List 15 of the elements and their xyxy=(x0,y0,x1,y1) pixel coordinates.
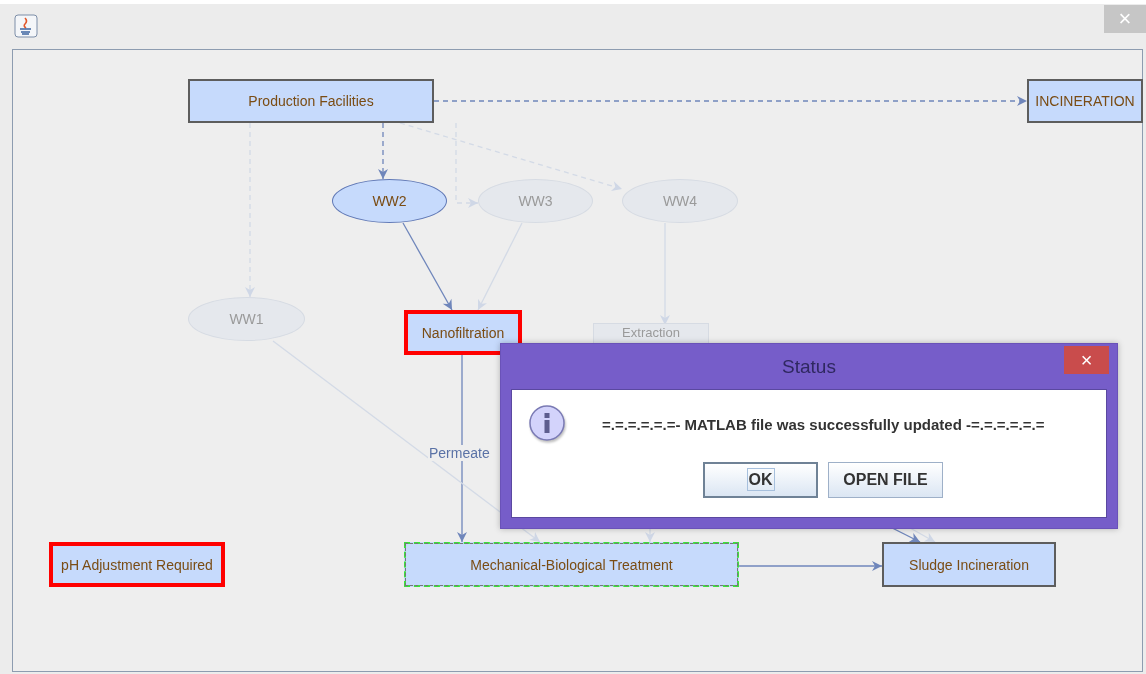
diagram-node[interactable]: WW2 xyxy=(332,179,447,223)
close-button[interactable]: × xyxy=(1064,346,1109,374)
info-icon xyxy=(528,404,568,444)
edge-label: Permeate xyxy=(428,444,491,461)
diagram-node[interactable]: Production Facilities xyxy=(188,79,434,123)
dialog-button[interactable]: OK xyxy=(703,462,818,498)
app-icon xyxy=(14,14,38,38)
diagram-node[interactable]: INCINERATION xyxy=(1027,79,1143,123)
diagram-node[interactable]: Sludge Incineration xyxy=(882,542,1056,587)
status-message: =.=.=.=.=.=- MATLAB file was successfully updated -=.=.=.=.=.= xyxy=(602,415,1045,433)
diagram-node[interactable]: Nanofiltration xyxy=(404,310,522,355)
diagram-node[interactable]: pH Adjustment Required xyxy=(49,542,225,587)
dialog-title: Status xyxy=(782,355,836,378)
dialog-button[interactable]: OPEN FILE xyxy=(828,462,943,498)
diagram-node[interactable]: Mechanical-Biological Treatment xyxy=(404,542,739,587)
